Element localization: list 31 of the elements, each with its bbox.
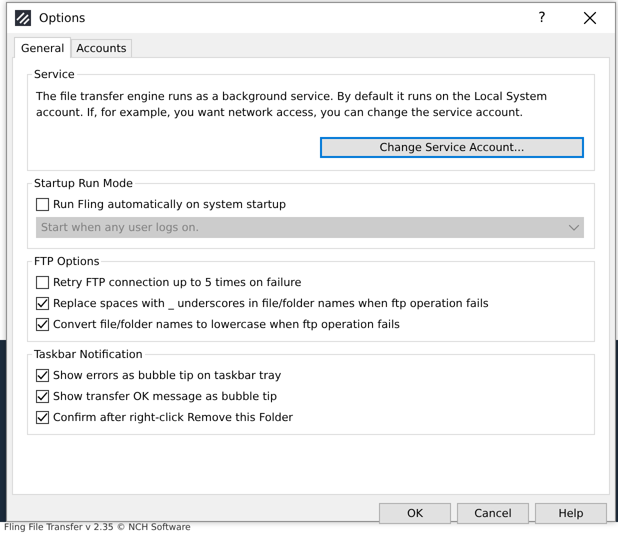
- tab[interactable]: Accounts: [71, 39, 132, 57]
- checkbox-label: Run Fling automatically on system startup: [53, 198, 286, 211]
- dialog-button[interactable]: OK: [379, 503, 451, 524]
- checkbox[interactable]: [36, 297, 49, 310]
- checkbox[interactable]: [36, 198, 49, 211]
- checkbox-label: Confirm after right-click Remove this Folder: [53, 411, 293, 424]
- tab[interactable]: General: [14, 37, 72, 58]
- checkbox-label: Show errors as bubble tip on taskbar tray: [53, 369, 282, 382]
- dialog-button[interactable]: Help: [535, 503, 607, 524]
- checkbox[interactable]: [36, 411, 49, 424]
- checkbox[interactable]: [36, 390, 49, 403]
- status-text: Fling File Transfer v 2.35 © NCH Software: [4, 523, 191, 534]
- window-title: Options: [39, 11, 86, 25]
- group-title: FTP Options: [33, 255, 100, 268]
- group-title: Service: [33, 68, 76, 81]
- checkbox[interactable]: [36, 369, 49, 382]
- checkbox-label: Convert file/folder names to lowercase when ftp operation fails: [53, 318, 400, 331]
- close-icon: [584, 12, 596, 24]
- checkbox[interactable]: [36, 276, 49, 289]
- service-description: The file transfer engine runs as a background service. By default it runs on the Local System account. If, for example, you want network access, you can change the service account.: [36, 89, 548, 121]
- chevron-down-icon: [569, 224, 579, 230]
- checkbox[interactable]: [36, 318, 49, 331]
- change-service-account-button[interactable]: Change Service Account...: [320, 137, 584, 158]
- dialog-button[interactable]: Cancel: [457, 503, 529, 524]
- checkbox-label: Retry FTP connection up to 5 times on failure: [53, 276, 302, 289]
- app-icon: [15, 10, 31, 26]
- group-title: Startup Run Mode: [33, 177, 134, 190]
- checkbox-label: Replace spaces with _ underscores in file/folder names when ftp operation fails: [53, 297, 489, 310]
- group-title: Taskbar Notification: [33, 348, 144, 361]
- checkbox-label: Show transfer OK message as bubble tip: [53, 390, 277, 403]
- help-button[interactable]: ?: [519, 3, 565, 33]
